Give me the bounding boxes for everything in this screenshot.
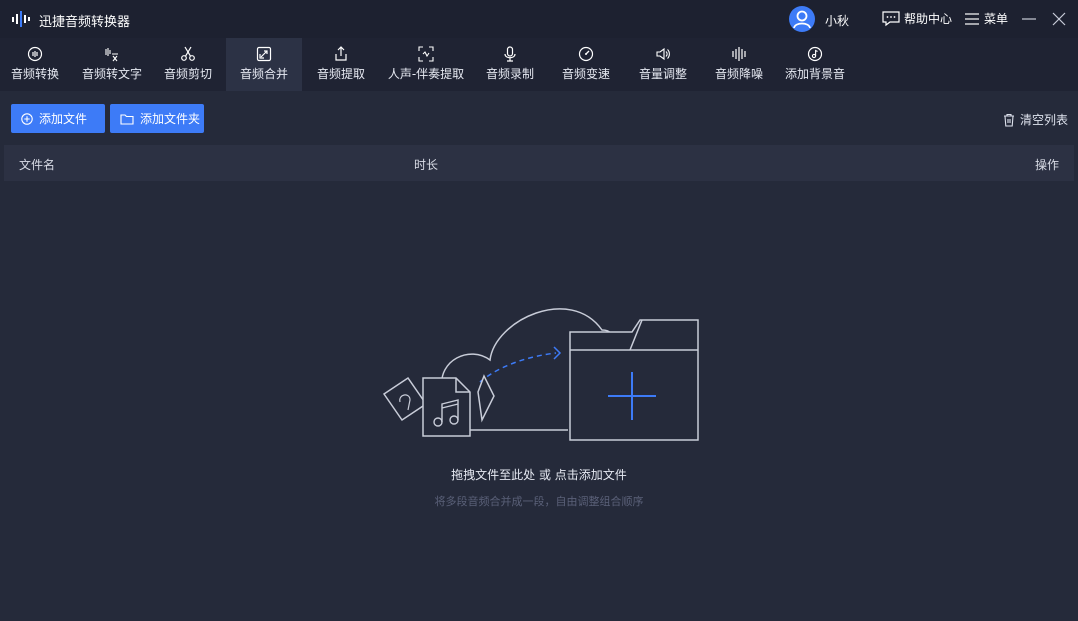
drop-zone-subhint: 将多段音频合并成一段，自由调整组合顺序 [434,495,644,508]
tab-volume-adjust[interactable]: 音量调整 [630,38,696,91]
minimize-icon[interactable] [1020,10,1038,28]
tab-add-background-music[interactable]: 添加背景音 [780,38,850,91]
drop-zone-illustration[interactable] [380,290,700,450]
help-center-button[interactable]: 帮助中心 [882,10,952,27]
tab-audio-to-text[interactable]: 音频转文字 [76,38,148,91]
chat-bubble-icon [882,10,900,26]
folder-add-icon [569,319,699,441]
title-bar: 迅捷音频转换器 小秋 帮助中心 菜单 [0,0,1078,38]
file-table-header: 文件名 时长 操作 [4,145,1074,181]
column-header-duration: 时长 [414,158,439,172]
close-icon[interactable] [1050,10,1068,28]
user-name[interactable]: 小秋 [825,12,849,29]
user-icon [793,10,811,29]
column-header-filename: 文件名 [19,158,56,172]
tab-audio-cut[interactable]: 音频剪切 [156,38,220,91]
tab-label: 音量调整 [638,67,687,81]
tab-label: 音频录制 [485,67,534,81]
folder-icon [120,113,134,125]
plus-circle-icon [21,112,33,125]
add-file-button[interactable]: 添加文件 [11,104,105,133]
tab-audio-speed[interactable]: 音频变速 [552,38,620,91]
drop-zone-hint: 拖拽文件至此处 或 点击添加文件 [451,468,627,482]
menu-button[interactable]: 菜单 [964,10,1008,27]
tab-label: 音频提取 [316,67,365,81]
tab-label: 音频合并 [239,67,288,81]
tab-label: 音频变速 [561,67,610,81]
column-header-actions: 操作 [1035,158,1060,172]
tab-label: 音频转文字 [81,67,142,81]
add-file-label: 添加文件 [39,112,88,126]
bg-music-icon [807,46,823,62]
extract-icon [335,46,347,61]
tab-label: 添加背景音 [784,67,845,81]
add-folder-button[interactable]: 添加文件夹 [110,104,204,133]
speed-icon [578,46,594,62]
tool-tabs: 音频转换 音频转文字 音频剪切 音频合并 音频提取 人声-伴奏提取 音频录制 音… [0,38,1078,91]
add-folder-label: 添加文件夹 [140,112,201,126]
volume-icon [656,47,670,61]
clear-list-button[interactable]: 清空列表 [1002,111,1068,128]
tab-audio-extract[interactable]: 音频提取 [308,38,374,91]
tab-label: 音频转换 [10,67,59,81]
trash-icon [1004,113,1014,127]
scissors-icon [181,46,195,61]
microphone-icon [504,46,516,62]
denoise-icon [732,47,746,61]
convert-icon [27,46,43,62]
hamburger-icon [965,12,979,25]
app-logo-icon [12,11,30,27]
menu-label: 菜单 [984,12,1009,26]
audio-file-icon [382,374,495,437]
tab-audio-convert[interactable]: 音频转换 [2,38,68,91]
tab-label: 人声-伴奏提取 [387,67,465,81]
merge-icon [256,46,272,62]
tab-label: 音频降噪 [714,67,763,81]
tab-audio-merge[interactable]: 音频合并 [226,38,302,91]
help-center-label: 帮助中心 [904,12,953,26]
tab-vocal-extract[interactable]: 人声-伴奏提取 [382,38,470,91]
audio-to-text-icon [105,48,118,62]
avatar[interactable] [789,6,815,32]
tab-label: 音频剪切 [163,67,212,81]
tab-audio-denoise[interactable]: 音频降噪 [706,38,772,91]
tab-audio-record[interactable]: 音频录制 [476,38,544,91]
vocal-extract-icon [418,46,434,62]
clear-list-label: 清空列表 [1020,113,1069,127]
app-title: 迅捷音频转换器 [39,15,131,30]
